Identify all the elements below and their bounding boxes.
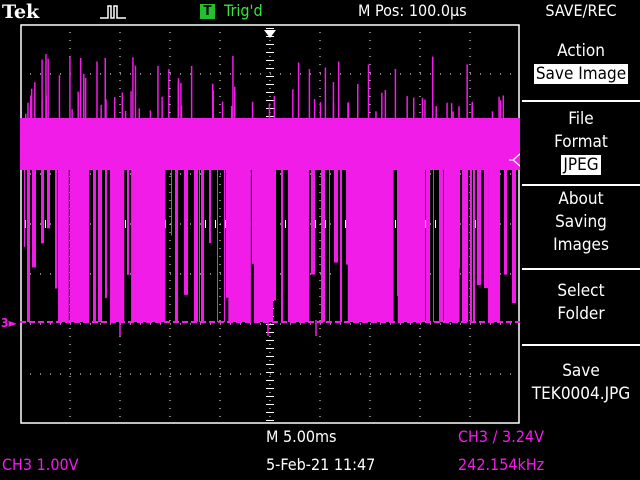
ch3-scale-readout: CH3 1.00V <box>2 455 79 474</box>
frequency-readout: 242.154kHz <box>458 455 545 474</box>
action-value: Save Image <box>533 64 629 84</box>
menu-divider <box>522 344 640 346</box>
menu-select-folder-button[interactable]: Select Folder <box>522 280 640 326</box>
trigger-state: Trig'd <box>224 1 263 20</box>
trigger-readout: CH3 ∕ 3.24V <box>458 427 544 446</box>
menu-divider <box>522 100 640 102</box>
menu-title: SAVE/REC <box>545 1 617 20</box>
brand-logo: Tek <box>2 1 40 23</box>
trigger-pulse-icon <box>100 5 126 19</box>
menu-save-button[interactable]: Save TEK0004.JPG <box>522 360 640 406</box>
waveform-screen <box>20 24 520 424</box>
side-menu: Action Save Image File Format JPEG About… <box>522 26 640 436</box>
menu-divider <box>522 184 640 186</box>
menu-about-saving-images-button[interactable]: About Saving Images <box>522 188 640 257</box>
date-time: 5-Feb-21 11:47 <box>266 455 376 474</box>
menu-file-format-button[interactable]: File Format JPEG <box>522 108 640 177</box>
file-format-value: JPEG <box>561 155 601 175</box>
ch3-ground-marker: 3► <box>1 316 17 330</box>
trigger-badge: T <box>200 4 215 19</box>
trigger-position-icon <box>264 30 276 38</box>
menu-divider <box>522 268 640 270</box>
horizontal-position: M Pos: 100.0µs <box>358 1 467 20</box>
timebase-readout: M 5.00ms <box>266 427 337 446</box>
menu-action-button[interactable]: Action Save Image <box>522 40 640 86</box>
